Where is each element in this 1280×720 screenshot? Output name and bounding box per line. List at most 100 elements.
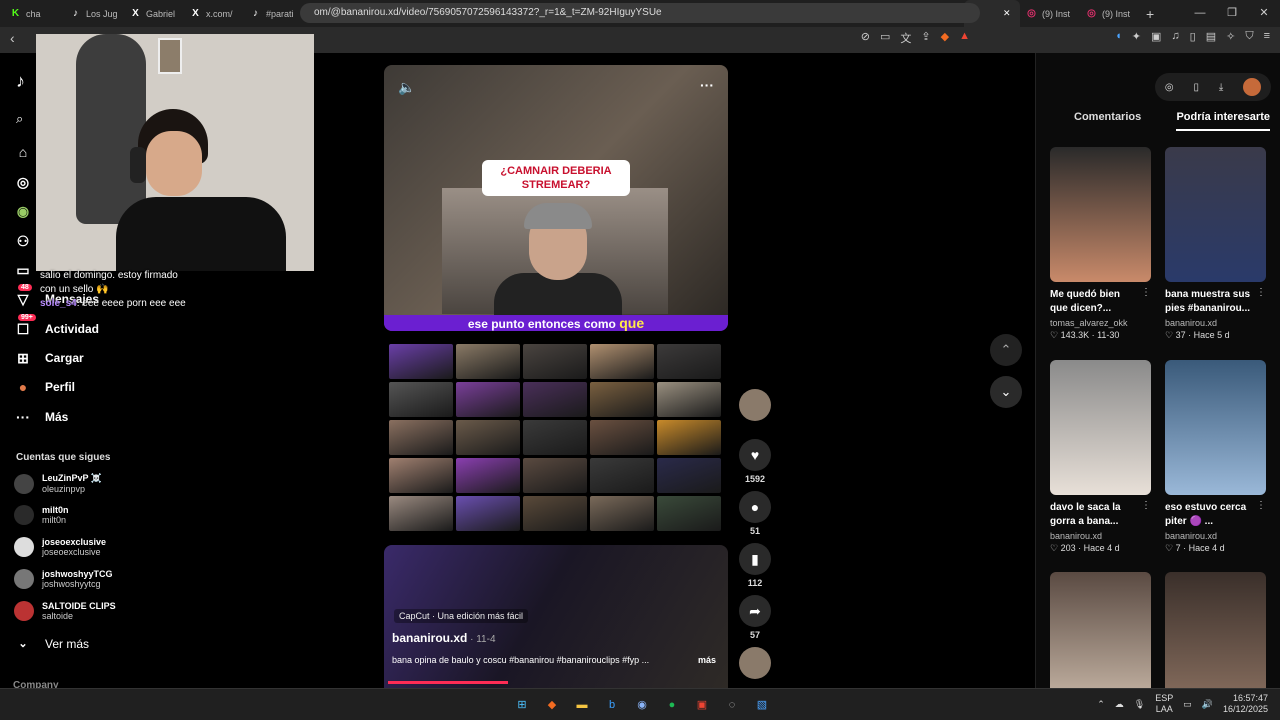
see-more-button[interactable]: ⌄ Ver más (14, 635, 89, 653)
sidebar-item-upload[interactable]: ⊞ Cargar (14, 349, 84, 367)
sidebar-item-more[interactable]: ··· Más (14, 408, 68, 426)
brave-shield-icon[interactable]: ◆ (941, 30, 949, 46)
card-title[interactable]: Me quedó bien que dicen?... (1050, 288, 1140, 316)
like-button[interactable]: ♥ 1592 (739, 439, 771, 484)
explore-icon[interactable]: ◎ (1165, 82, 1174, 93)
music-icon[interactable]: ♫ (1171, 30, 1179, 43)
browser-tab[interactable]: ◎ (9) Inst (1080, 0, 1140, 27)
more-options-icon[interactable]: ··· (700, 77, 714, 93)
recommended-card[interactable]: Me quedó bien que dicen?... tomas_alvarez… (1050, 147, 1151, 341)
photos-icon[interactable]: ▧ (751, 694, 773, 716)
card-title[interactable]: bana muestra sus pies #bananirou... (1165, 288, 1255, 316)
browser-tab[interactable]: Kcha (4, 0, 64, 27)
browser-tab[interactable]: ◎ (9) Inst (1020, 0, 1080, 27)
screenshot-icon[interactable]: ▣ (1151, 30, 1161, 43)
bing-icon[interactable]: b (601, 694, 623, 716)
wallet-icon[interactable]: ▤ (1206, 30, 1216, 43)
browser-tab[interactable]: ♪ #parati (244, 0, 304, 27)
creator-avatar[interactable] (739, 389, 771, 421)
recommended-card[interactable]: bana muestra sus pies #bananirou... banan… (1165, 147, 1266, 341)
browser-tab[interactable]: Xx.com/ (184, 0, 244, 27)
user-avatar[interactable] (1243, 78, 1262, 96)
author-name[interactable]: bananirou.xd (392, 631, 467, 645)
followed-account[interactable]: LeuZinPvP ☠️ oleuzinpvp (14, 473, 102, 494)
video-progress-bar[interactable] (388, 681, 508, 684)
windows-start-icon[interactable]: ⊞ (511, 694, 533, 716)
tab-might-interest[interactable]: Podría interesarte (1176, 111, 1270, 131)
sidebar-item-profile[interactable]: ● Perfil (14, 378, 75, 396)
minimize-icon[interactable]: — (1184, 0, 1216, 27)
next-video-button[interactable]: ⌄ (990, 376, 1022, 408)
clock[interactable]: 16:57:47 16/12/2025 (1223, 693, 1268, 715)
brave-icon[interactable]: ◆ (541, 694, 563, 716)
next-video[interactable]: CapCut · Una edición más fácil bananirou… (384, 545, 728, 688)
recorder-icon[interactable]: ▣ (691, 694, 713, 716)
save-button[interactable]: ▮ 112 (739, 543, 771, 588)
new-tab-button[interactable]: + (1146, 6, 1154, 22)
cast-icon[interactable]: ▭ (880, 30, 890, 46)
device-icon[interactable]: ▯ (1193, 82, 1199, 93)
extensions-icon[interactable]: ✦ (1132, 30, 1141, 43)
card-thumbnail[interactable] (1050, 360, 1151, 495)
translate-icon[interactable]: 文 (900, 30, 911, 46)
menu-icon[interactable]: ≡ (1264, 30, 1270, 43)
share-icon[interactable]: ⇪ (921, 30, 930, 46)
more-description-button[interactable]: más (698, 655, 716, 665)
sidebar-toggle-icon[interactable]: ▯ (1190, 30, 1196, 43)
recommended-card[interactable] (1050, 572, 1151, 707)
volume-tray-icon[interactable]: 🔊 (1202, 699, 1213, 710)
tab-comments[interactable]: Comentarios (1074, 111, 1141, 131)
network-icon[interactable]: ▭ (1183, 699, 1192, 710)
maximize-icon[interactable]: ❐ (1216, 0, 1248, 27)
file-explorer-icon[interactable]: ▬ (571, 694, 593, 716)
sidebar-item-activity[interactable]: ☐ Actividad (14, 320, 99, 338)
card-title[interactable]: eso estuvo cerca piter 🟣 ... (1165, 501, 1255, 529)
recommended-card[interactable]: davo le saca la gorra a bana... bananirou… (1050, 360, 1151, 554)
video-author[interactable]: bananirou.xd · 11-4 (392, 631, 496, 645)
search-icon[interactable]: ⌕ (16, 111, 23, 127)
followed-account[interactable]: milt0n milt0n (14, 505, 69, 525)
card-thumbnail[interactable] (1165, 572, 1266, 707)
close-window-icon[interactable]: ✕ (1248, 0, 1280, 27)
volume-icon[interactable]: 🔈 (398, 79, 415, 96)
card-user[interactable]: tomas_alvarez_okk (1050, 318, 1151, 328)
card-user[interactable]: bananirou.xd (1165, 318, 1266, 328)
download-icon[interactable]: ⤓ (1219, 82, 1223, 93)
obs-icon[interactable]: ◌ (721, 694, 743, 716)
followed-account[interactable]: SALTOIDE CLIPS saltoide (14, 601, 116, 621)
card-user[interactable]: bananirou.xd (1165, 531, 1266, 541)
browser-tab[interactable]: ♪ Los Jug (64, 0, 124, 27)
back-icon[interactable]: ‹ (10, 30, 15, 46)
followed-account[interactable]: joshwoshyyTCG joshwoshyytcg (14, 569, 113, 589)
language-indicator[interactable]: ESP LAA (1155, 693, 1173, 715)
card-thumbnail[interactable] (1050, 147, 1151, 282)
card-thumbnail[interactable] (1165, 147, 1266, 282)
card-more-icon[interactable]: ⋮ (1256, 500, 1266, 511)
browser-tab[interactable]: X Gabriel (124, 0, 184, 27)
card-more-icon[interactable]: ⋮ (1256, 287, 1266, 298)
tab-close-icon[interactable]: ✕ (1003, 8, 1011, 19)
card-user[interactable]: bananirou.xd (1050, 531, 1151, 541)
next-creator-avatar[interactable] (739, 647, 771, 679)
card-thumbnail[interactable] (1050, 572, 1151, 707)
steam-icon[interactable]: ◉ (631, 694, 653, 716)
card-more-icon[interactable]: ⋮ (1141, 287, 1151, 298)
recommended-card[interactable]: eso estuvo cerca piter 🟣 ... bananirou.xd… (1165, 360, 1266, 554)
tiktok-logo-icon[interactable]: ♪ (16, 71, 25, 92)
cloud-icon[interactable]: ☁ (1115, 699, 1124, 710)
vpn-icon[interactable]: ⛉ (1245, 30, 1253, 43)
card-title[interactable]: davo le saca la gorra a bana... (1050, 501, 1140, 529)
followed-account[interactable]: joseoexclusive joseoexclusive (14, 537, 106, 557)
recommended-card[interactable] (1165, 572, 1266, 707)
previous-video-button[interactable]: ⌃ (990, 334, 1022, 366)
url-field[interactable]: om/@bananirou.xd/video/75690570725961433… (300, 3, 980, 23)
tray-chevron-icon[interactable]: ⌃ (1097, 699, 1105, 710)
spotify-icon[interactable]: ● (661, 694, 683, 716)
share-button[interactable]: ➦ 57 (739, 595, 771, 640)
ai-icon[interactable]: ✧ (1226, 30, 1235, 43)
card-more-icon[interactable]: ⋮ (1141, 500, 1151, 511)
audio-icon[interactable]: ◖ (1115, 30, 1122, 43)
rewards-icon[interactable]: ▲ (959, 30, 970, 46)
capcut-label[interactable]: CapCut · Una edición más fácil (394, 609, 529, 623)
mic-icon[interactable]: 🎙 (1134, 699, 1145, 710)
